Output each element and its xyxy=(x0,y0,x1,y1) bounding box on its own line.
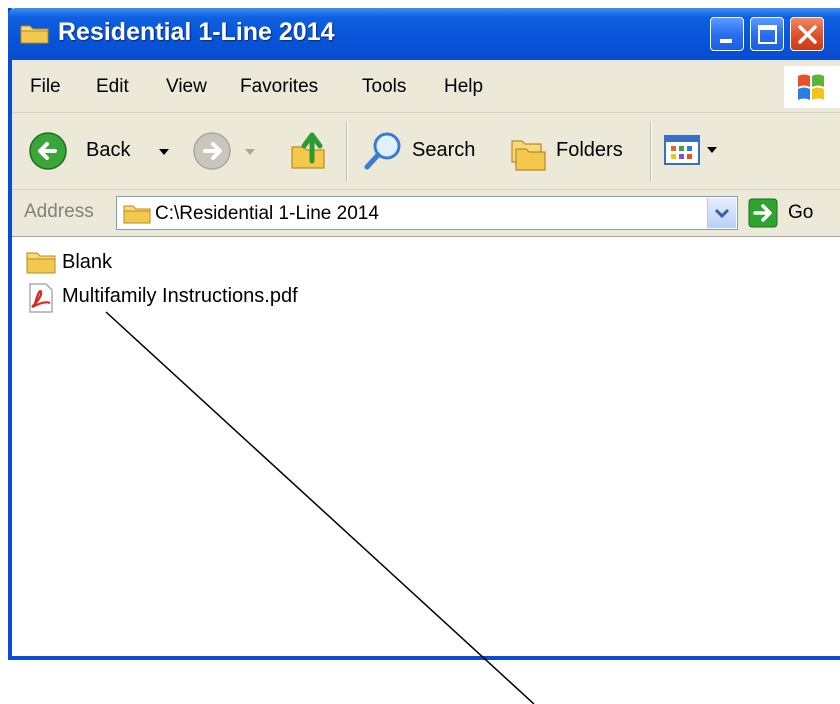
annotation-line xyxy=(105,311,535,704)
